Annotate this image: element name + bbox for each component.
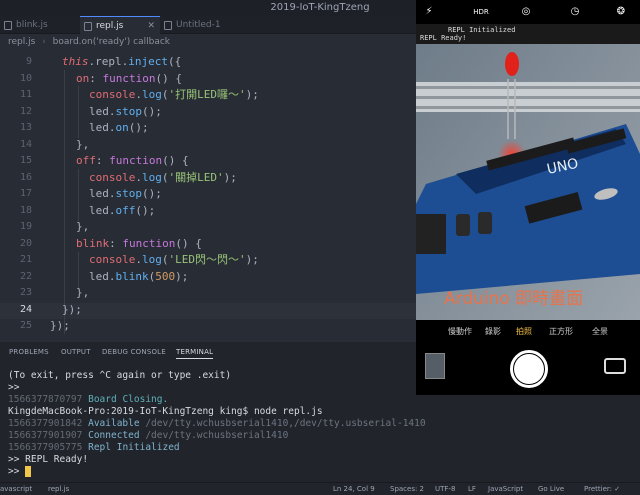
flash-off-icon[interactable]: ⚡ [422, 5, 436, 19]
camera-top-bar: ⚡ HDR ◎ ◷ ❂ [416, 0, 640, 24]
code-line-19: }, [76, 220, 90, 233]
terminal-line: KingdeMacBook-Pro:2019-IoT-KingTzeng kin… [8, 406, 323, 417]
file-icon [4, 21, 12, 30]
tab-terminal[interactable]: TERMINAL [176, 348, 214, 359]
status-language[interactable]: JavaScript [488, 483, 523, 495]
flip-camera-icon[interactable] [604, 358, 626, 374]
tab-debug-console[interactable]: DEBUG CONSOLE [102, 348, 166, 356]
timer-icon[interactable]: ◷ [568, 5, 582, 19]
line-number: 16 [19, 172, 32, 183]
line-number-gutter: 9 10 11 12 13 14 15 16 17 18 19 20 21 22… [0, 50, 40, 342]
line-number: 13 [19, 122, 32, 133]
panel-tab-bar: PROBLEMS OUTPUT DEBUG CONSOLE TERMINAL [0, 342, 416, 364]
terminal-line: 1566377870797 Board Closing. [8, 394, 169, 405]
photo-caption: Arduino 即時畫面 [444, 289, 583, 309]
status-bar: avascript repl.js Ln 24, Col 9 Spaces: 2… [0, 482, 640, 495]
screen-text-initialized: REPL Initialized [448, 26, 515, 34]
code-line-23: }, [76, 286, 90, 299]
shutter-button-inner[interactable] [514, 354, 544, 384]
code-line-18: led.off(); [89, 204, 156, 217]
chevron-right-icon: › [42, 37, 46, 47]
tab-output[interactable]: OUTPUT [61, 348, 91, 356]
indent-guide [78, 169, 79, 221]
terminal-line: (To exit, press ^C again or type .exit) [8, 370, 232, 381]
code-line-24: }); [62, 303, 82, 316]
camera-viewfinder: REPL Initialized REPL Ready! UNO Arduino… [416, 24, 640, 320]
code-line-22: led.blink(500); [89, 270, 189, 283]
screen-text-ready: REPL Ready! [420, 34, 466, 42]
code-line-13: led.on(); [89, 121, 149, 134]
line-number: 20 [19, 238, 32, 249]
tab-label: repl.js [96, 21, 124, 31]
code-line-14: }, [76, 138, 90, 151]
mode-video[interactable]: 錄影 [485, 326, 501, 337]
mode-pano[interactable]: 全景 [592, 326, 608, 337]
line-number-current: 24 [19, 304, 32, 315]
status-cursor-position[interactable]: Ln 24, Col 9 [333, 483, 375, 495]
status-go-live[interactable]: Go Live [538, 483, 564, 495]
terminal-line: >> REPL Ready! [8, 454, 89, 465]
arduino-photo: REPL Initialized REPL Ready! UNO Arduino… [416, 24, 640, 320]
code-line-25: }); [50, 319, 70, 332]
code-line-12: led.stop(); [89, 105, 162, 118]
filters-icon[interactable]: ❂ [614, 5, 628, 19]
tab-label: Untitled-1 [176, 20, 221, 30]
code-line-17: led.stop(); [89, 187, 162, 200]
tab-repl-js[interactable]: repl.js ✕ [80, 16, 160, 34]
indent-guide [78, 252, 79, 288]
code-line-11: console.log('打開LED囉～'); [89, 88, 259, 101]
line-number: 22 [19, 271, 32, 282]
breadcrumb-file[interactable]: repl.js [8, 37, 35, 47]
line-number: 17 [19, 188, 32, 199]
status-file[interactable]: repl.js [48, 483, 69, 495]
file-icon [164, 21, 172, 30]
line-number: 9 [25, 56, 32, 67]
indent-guide [78, 86, 79, 138]
terminal-line: >> [8, 382, 20, 393]
breadcrumb-symbol[interactable]: board.on('ready') callback [53, 37, 170, 47]
line-number: 25 [19, 320, 32, 331]
status-lang-cut: avascript [0, 485, 33, 493]
mode-slowmo[interactable]: 慢動作 [448, 326, 472, 337]
live-photo-icon[interactable]: ◎ [519, 5, 533, 19]
line-number: 10 [19, 73, 32, 84]
line-number: 11 [19, 89, 32, 100]
status-prettier[interactable]: Prettier: ✓ [584, 483, 620, 495]
code-line-10: on: function() { [76, 72, 182, 85]
tab-blink-js[interactable]: blink.js [0, 16, 80, 34]
tab-label: blink.js [16, 20, 48, 30]
code-line-9: this.repl.inject({ [62, 55, 182, 68]
mode-square[interactable]: 正方形 [549, 326, 573, 337]
indent-guide [64, 70, 65, 334]
line-number: 15 [19, 155, 32, 166]
code-line-20: blink: function() { [76, 237, 202, 250]
code-line-15: off: function() { [76, 154, 189, 167]
status-encoding[interactable]: UTF-8 [435, 483, 455, 495]
terminal-prompt: >> [8, 466, 32, 478]
tab-problems[interactable]: PROBLEMS [9, 348, 49, 356]
code-line-21: console.log('LED閃～閃～'); [89, 253, 259, 266]
last-photo-thumbnail[interactable] [425, 353, 445, 379]
line-number: 21 [19, 254, 32, 265]
camera-mode-selector[interactable]: 慢動作 錄影 拍照 正方形 全景 [416, 326, 640, 340]
terminal-line: 1566377901907 Connected /dev/tty.wchusbs… [8, 430, 289, 441]
file-icon [84, 22, 92, 31]
close-icon[interactable]: ✕ [147, 17, 155, 35]
terminal-cursor [25, 466, 32, 477]
status-indentation[interactable]: Spaces: 2 [390, 483, 424, 495]
terminal-line: 1566377905775 Repl Initialized [8, 442, 180, 453]
code-line-16: console.log('關掉LED'); [89, 171, 237, 184]
tab-untitled-1[interactable]: Untitled-1 [160, 16, 240, 34]
line-number: 14 [19, 139, 32, 150]
line-number: 19 [19, 221, 32, 232]
terminal-line: 1566377901842 Available /dev/tty.wchusbs… [8, 418, 426, 429]
hdr-button[interactable]: HDR [468, 5, 494, 19]
line-number: 12 [19, 106, 32, 117]
line-number: 18 [19, 205, 32, 216]
line-number: 23 [19, 287, 32, 298]
mode-photo[interactable]: 拍照 [516, 326, 532, 337]
phone-camera-overlay: ⚡ HDR ◎ ◷ ❂ REPL Initialized REPL Ready! [416, 0, 640, 395]
status-eol[interactable]: LF [468, 483, 476, 495]
